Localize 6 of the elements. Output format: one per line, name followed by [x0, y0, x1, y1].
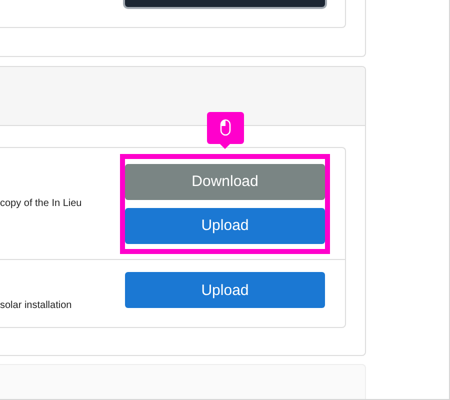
- download-button[interactable]: Download: [125, 164, 325, 200]
- document-description: solar installation: [0, 300, 73, 313]
- upload-button[interactable]: Upload: [125, 272, 325, 308]
- upload-button[interactable]: Upload: [125, 208, 325, 244]
- document-description: copy of the In Lieu: [0, 198, 83, 209]
- mouse-icon: [220, 119, 231, 136]
